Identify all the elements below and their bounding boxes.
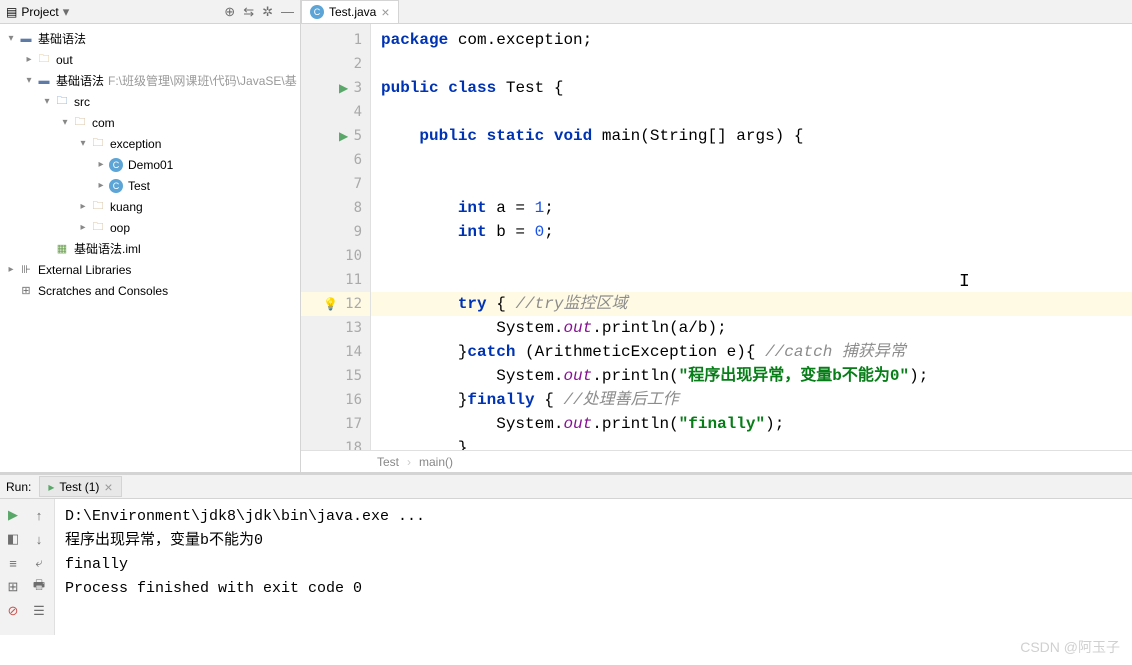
editor-gutter: 123▶45▶6789101112💡13141516171819 — [301, 24, 371, 450]
expand-icon[interactable]: ⇆ — [243, 4, 254, 20]
settings-icon[interactable]: ⊞ — [0, 575, 26, 599]
tree-item-test[interactable]: CTest — [0, 175, 300, 196]
console-line: 程序出现异常，变量b不能为0 — [65, 529, 1122, 553]
gutter-line[interactable]: 18 — [301, 436, 370, 450]
run-tab[interactable]: ▸ Test (1) × — [39, 476, 121, 497]
run-label: Run: — [6, 480, 31, 494]
down-icon[interactable]: ↓ — [26, 527, 52, 551]
gutter-line[interactable]: 12💡 — [301, 292, 370, 316]
exit-icon[interactable]: ⊘ — [0, 599, 26, 623]
tree-item-oop[interactable]: 🗀oop — [0, 217, 300, 238]
editor-body[interactable]: 123▶45▶6789101112💡13141516171819 package… — [301, 24, 1132, 450]
target-icon[interactable]: ⊕ — [224, 4, 235, 20]
tree-item-[interactable]: ▬基础语法 — [0, 28, 300, 49]
editor-panel: C Test.java × 123▶45▶6789101112💡13141516… — [301, 0, 1132, 472]
tree-item-scratchesandconsoles[interactable]: ⊞Scratches and Consoles — [0, 280, 300, 301]
run-toolbar: ▶ ↑ ◧ ↓ ≡ ⤶ ⊞ 🖶 ⊘ ☰ — [0, 499, 55, 635]
gutter-line[interactable]: 7 — [301, 172, 370, 196]
run-line-icon[interactable]: ▶ — [339, 129, 348, 143]
gutter-line[interactable]: 11 — [301, 268, 370, 292]
console-line: D:\Environment\jdk8\jdk\bin\java.exe ... — [65, 505, 1122, 529]
gutter-line[interactable]: 16 — [301, 388, 370, 412]
collapse-icon[interactable]: — — [281, 4, 294, 19]
tree-item-iml[interactable]: ▦基础语法.iml — [0, 238, 300, 259]
gutter-line[interactable]: 6 — [301, 148, 370, 172]
breadcrumb-item[interactable]: main() — [419, 455, 453, 469]
gutter-line[interactable]: 8 — [301, 196, 370, 220]
run-line-icon[interactable]: ▶ — [339, 81, 348, 95]
chevron-right-icon: › — [407, 455, 411, 469]
tree-item-exception[interactable]: 🗀exception — [0, 133, 300, 154]
close-icon[interactable]: × — [104, 479, 112, 495]
project-icon: ▤ — [6, 5, 17, 19]
project-tree[interactable]: ▬基础语法🗀out▬基础语法F:\班级管理\网课班\代码\JavaSE\基🗀sr… — [0, 24, 300, 472]
breadcrumb[interactable]: Test › main() — [301, 450, 1132, 472]
run-panel: Run: ▸ Test (1) × ▶ ↑ ◧ ↓ ≡ ⤶ ⊞ 🖶 — [0, 472, 1132, 635]
run-header: Run: ▸ Test (1) × — [0, 475, 1132, 499]
text-cursor-icon: I — [959, 270, 970, 294]
gutter-line[interactable]: 9 — [301, 220, 370, 244]
gutter-line[interactable]: 1 — [301, 28, 370, 52]
close-icon[interactable]: × — [381, 4, 389, 20]
console-line: Process finished with exit code 0 — [65, 577, 1122, 601]
dropdown-icon[interactable]: ▾ — [63, 4, 70, 20]
console-line: finally — [65, 553, 1122, 577]
watermark: CSDN @阿玉子 — [1020, 637, 1120, 657]
breadcrumb-item[interactable]: Test — [377, 455, 399, 469]
tree-item-out[interactable]: 🗀out — [0, 49, 300, 70]
gutter-line[interactable]: 13 — [301, 316, 370, 340]
tree-item-externallibraries[interactable]: ⊪External Libraries — [0, 259, 300, 280]
stop-icon[interactable]: ◧ — [0, 527, 26, 551]
gutter-line[interactable]: 17 — [301, 412, 370, 436]
project-title: Project — [21, 5, 58, 19]
up-icon[interactable]: ↑ — [26, 503, 52, 527]
wrap-icon[interactable]: ⤶ — [26, 551, 52, 575]
gutter-line[interactable]: 2 — [301, 52, 370, 76]
class-icon: C — [310, 5, 324, 19]
filter-icon[interactable]: ☰ — [26, 599, 52, 623]
project-header: ▤ Project ▾ ⊕ ⇆ ✲ — — [0, 0, 300, 24]
gutter-line[interactable]: 5▶ — [301, 124, 370, 148]
tree-item-src[interactable]: 🗀src — [0, 91, 300, 112]
editor-tab-bar: C Test.java × — [301, 0, 1132, 24]
gutter-line[interactable]: 15 — [301, 364, 370, 388]
gutter-line[interactable]: 4 — [301, 100, 370, 124]
gutter-line[interactable]: 3▶ — [301, 76, 370, 100]
print-icon[interactable]: 🖶 — [26, 575, 52, 599]
console-output[interactable]: D:\Environment\jdk8\jdk\bin\java.exe ...… — [55, 499, 1132, 635]
editor-tab[interactable]: C Test.java × — [301, 0, 399, 23]
gear-icon[interactable]: ✲ — [262, 4, 273, 20]
tree-item-demo01[interactable]: CDemo01 — [0, 154, 300, 175]
run-tab-icon: ▸ — [48, 480, 54, 494]
code-area[interactable]: package com.exception; public class Test… — [371, 24, 1132, 450]
tab-label: Test.java — [329, 5, 376, 19]
tree-item-[interactable]: ▬基础语法F:\班级管理\网课班\代码\JavaSE\基 — [0, 70, 300, 91]
run-tab-label: Test (1) — [59, 480, 99, 494]
tree-item-kuang[interactable]: 🗀kuang — [0, 196, 300, 217]
layout-icon[interactable]: ≡ — [0, 551, 26, 575]
gutter-line[interactable]: 14 — [301, 340, 370, 364]
tree-item-com[interactable]: 🗀com — [0, 112, 300, 133]
gutter-line[interactable]: 10 — [301, 244, 370, 268]
rerun-icon[interactable]: ▶ — [0, 503, 26, 527]
bulb-icon[interactable]: 💡 — [323, 297, 338, 311]
project-panel: ▤ Project ▾ ⊕ ⇆ ✲ — ▬基础语法🗀out▬基础语法F:\班级管… — [0, 0, 301, 472]
